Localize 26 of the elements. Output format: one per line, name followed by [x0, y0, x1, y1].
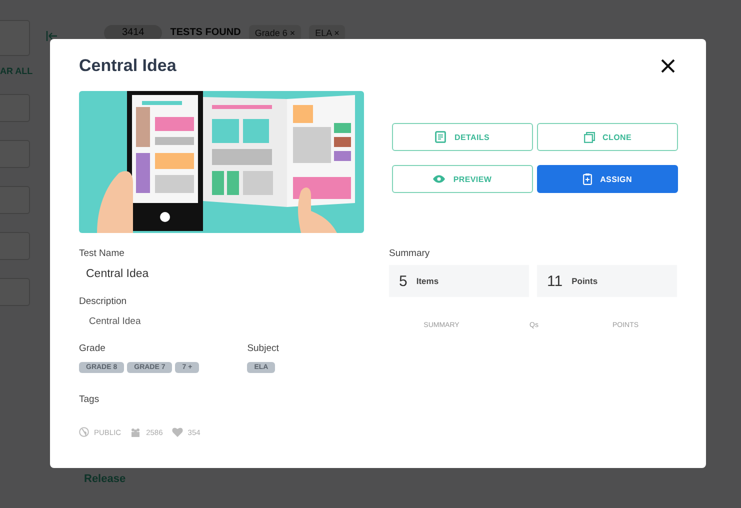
- clipboard-plus-icon: [583, 173, 592, 185]
- eye-icon: [433, 175, 446, 183]
- field-label: Description: [79, 296, 128, 307]
- summary-number: 11: [547, 272, 563, 290]
- action-button[interactable]: ASSIGN: [537, 165, 678, 193]
- summary-number: 5: [399, 272, 408, 290]
- field-label: Tags: [79, 394, 100, 405]
- summary-label: Summary: [389, 248, 431, 259]
- close-icon[interactable]: [661, 59, 675, 73]
- summary-unit: Points: [572, 276, 598, 286]
- description-value: Central Idea: [89, 316, 142, 327]
- summary-unit: Items: [416, 276, 439, 286]
- heart-icon: [172, 427, 183, 437]
- action-button[interactable]: CLONE: [537, 123, 678, 151]
- action-button[interactable]: PREVIEW: [392, 165, 533, 193]
- collapse-icon: [46, 30, 58, 42]
- modal-title: Central Idea: [79, 56, 176, 76]
- action-button[interactable]: DETAILS: [392, 123, 533, 151]
- test-name-value: Central Idea: [86, 268, 150, 280]
- result-label: TESTS FOUND: [170, 26, 241, 40]
- row-title: Release: [84, 473, 126, 485]
- field-label: Test Name: [79, 248, 126, 259]
- copy-icon: [584, 132, 594, 142]
- field-label: Subject: [247, 343, 279, 354]
- document-icon: [435, 131, 446, 143]
- field-label: Grade: [79, 343, 106, 354]
